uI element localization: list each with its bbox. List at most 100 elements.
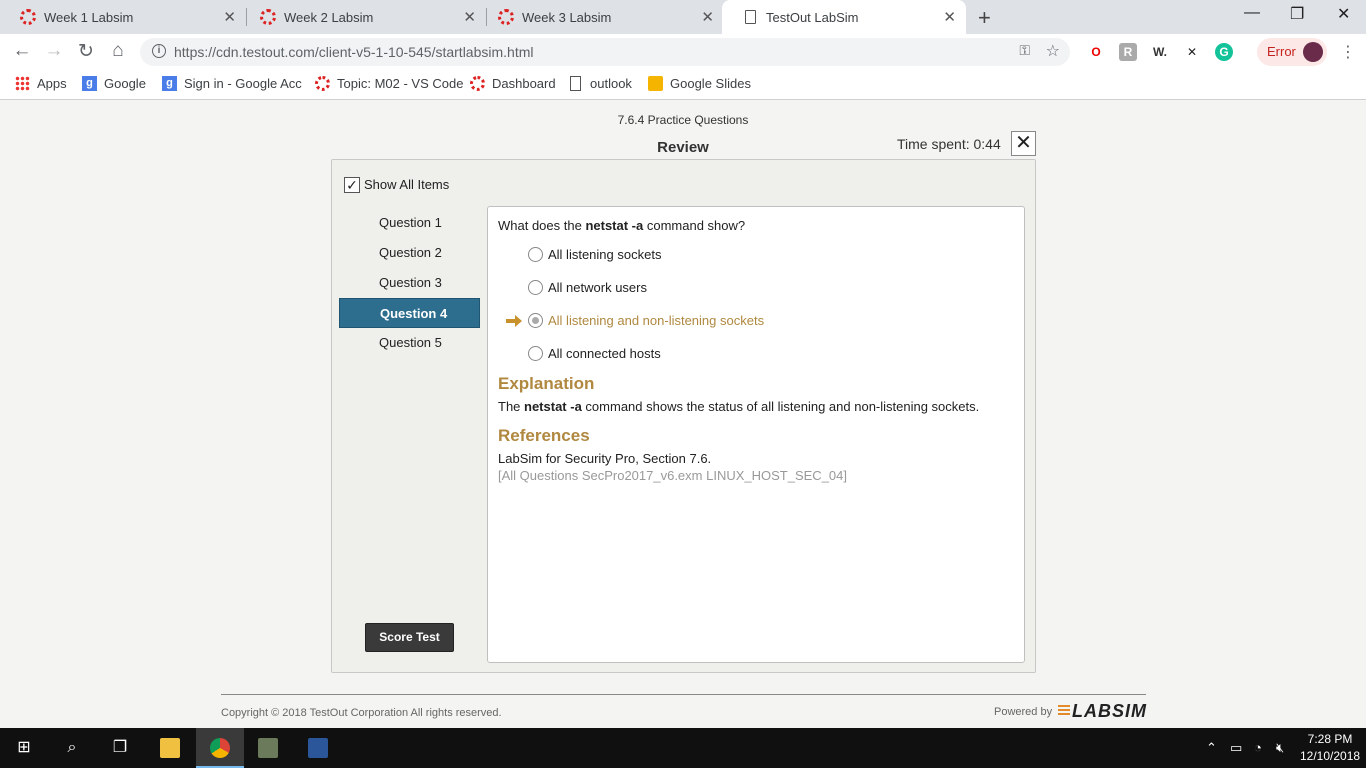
- question-item-4[interactable]: Question 4: [339, 298, 480, 328]
- browser-tabstrip: Week 1 Labsim ✕ Week 2 Labsim ✕ Week 3 L…: [0, 0, 1366, 34]
- reference-source: [All Questions SecPro2017_v6.exm LINUX_H…: [498, 468, 848, 483]
- tab-title: Week 3 Labsim: [522, 9, 612, 25]
- volume-muted-icon[interactable]: 🔇︎: [1276, 740, 1284, 756]
- show-all-items-checkbox[interactable]: ✓ Show All Items: [344, 177, 450, 193]
- back-arrow-icon[interactable]: ←: [10, 40, 34, 62]
- bookmark-outlook[interactable]: outlook: [568, 76, 632, 91]
- tab-title: Week 1 Labsim: [44, 9, 134, 25]
- grammarly-extension-icon[interactable]: G: [1215, 43, 1233, 61]
- radio-button-selected[interactable]: [528, 313, 543, 328]
- profile-error-button[interactable]: Error: [1257, 38, 1327, 66]
- explanation-text-part: command shows the status of all listenin…: [581, 399, 980, 414]
- windows-start-icon[interactable]: ⊞: [0, 728, 48, 768]
- canvas-icon: [315, 76, 330, 91]
- minimize-window-icon[interactable]: —: [1244, 4, 1260, 22]
- question-command: netstat -a: [585, 218, 644, 233]
- question-list: Question 1 Question 2 Question 3 Questio…: [339, 208, 480, 358]
- home-icon[interactable]: ⌂: [106, 40, 130, 62]
- canvas-icon: [470, 76, 485, 91]
- google-icon: g: [162, 76, 177, 91]
- question-item-1[interactable]: Question 1: [339, 208, 480, 238]
- folder-icon: [160, 738, 180, 758]
- labsim-favicon-icon: [20, 9, 36, 25]
- google-icon: g: [82, 76, 97, 91]
- bookmark-sign-in[interactable]: g Sign in - Google Acc: [162, 76, 302, 91]
- chrome-taskbar-icon[interactable]: [196, 728, 244, 768]
- chrome-icon: [210, 738, 230, 758]
- word-taskbar-icon[interactable]: [294, 728, 342, 768]
- close-tab-icon[interactable]: ✕: [223, 8, 236, 26]
- search-icon[interactable]: ⌕: [48, 728, 96, 768]
- labsim-logo: LABSIM: [1058, 701, 1147, 722]
- close-tab-icon[interactable]: ✕: [943, 8, 956, 26]
- explanation-text-part: The: [498, 399, 525, 414]
- checkmark-icon[interactable]: ✓: [344, 177, 360, 193]
- clock-date: 12/10/2018: [1300, 749, 1361, 763]
- new-tab-button[interactable]: +: [978, 5, 991, 31]
- opera-extension-icon[interactable]: O: [1087, 43, 1105, 61]
- app-taskbar-icon[interactable]: [244, 728, 292, 768]
- answer-text: All network users: [548, 280, 647, 295]
- references-heading: References: [498, 426, 590, 445]
- explanation-command: netstat -a: [524, 399, 582, 414]
- document-icon: [570, 76, 581, 91]
- close-tab-icon[interactable]: ✕: [701, 8, 714, 26]
- forward-arrow-icon[interactable]: →: [42, 40, 66, 62]
- address-url[interactable]: https://cdn.testout.com/client-v5-1-10-5…: [174, 44, 533, 60]
- bookmark-google-slides[interactable]: Google Slides: [648, 76, 751, 91]
- app-icon: [258, 738, 278, 758]
- tab-title: TestOut LabSim: [766, 9, 859, 25]
- restore-window-icon[interactable]: ❐: [1290, 4, 1304, 24]
- copyright-text: Copyright © 2018 TestOut Corporation All…: [221, 707, 502, 719]
- chrome-menu-icon[interactable]: ⋮: [1340, 42, 1356, 62]
- question-item-3[interactable]: Question 3: [339, 268, 480, 298]
- wifi-icon[interactable]: ◔: [1254, 740, 1262, 755]
- windows-taskbar: ⊞ ⌕ ❐ ⌃ ▭ ◔ 🔇︎ 7:28 PM 12/10/2018: [0, 728, 1366, 768]
- question-text-part: What does the: [498, 218, 586, 233]
- explanation-heading: Explanation: [498, 374, 595, 393]
- show-all-items-label: Show All Items: [364, 177, 450, 192]
- page-title: Review: [657, 139, 709, 156]
- tray-chevron-icon[interactable]: ⌃: [1206, 740, 1217, 756]
- tab-title: Week 2 Labsim: [284, 9, 374, 25]
- bookmark-google[interactable]: g Google: [82, 76, 146, 91]
- file-explorer-icon[interactable]: [146, 728, 194, 768]
- bookmarks-bar: Apps g Google g Sign in - Google Acc Topic…: [0, 70, 1366, 100]
- browser-tab-testout[interactable]: TestOut LabSim ✕: [722, 0, 966, 34]
- reload-icon[interactable]: ↻: [74, 40, 98, 63]
- apps-grid-icon: [15, 76, 30, 91]
- answer-text: All connected hosts: [548, 346, 661, 361]
- bookmark-label: Dashboard: [492, 76, 556, 91]
- browser-tab-week3[interactable]: Week 3 Labsim ✕: [478, 0, 724, 34]
- radio-button[interactable]: [528, 247, 543, 262]
- profile-error-label: Error: [1267, 44, 1296, 59]
- labsim-logo-icon: [1058, 705, 1070, 717]
- labsim-page: 7.6.4 Practice Questions Review Time spe…: [0, 101, 1366, 728]
- labsim-favicon-icon: [260, 9, 276, 25]
- bookmark-star-icon[interactable]: ☆: [1046, 41, 1060, 61]
- address-bar[interactable]: i https://cdn.testout.com/client-v5-1-10…: [140, 38, 1070, 66]
- question-item-2[interactable]: Question 2: [339, 238, 480, 268]
- key-icon[interactable]: ⚿: [1019, 42, 1030, 59]
- question-text: What does the netstat -a command show?: [498, 218, 745, 233]
- extension-icon[interactable]: R: [1119, 43, 1137, 61]
- radio-button[interactable]: [528, 280, 543, 295]
- score-test-button[interactable]: Score Test: [365, 623, 454, 652]
- close-window-icon[interactable]: ✕: [1337, 4, 1350, 24]
- close-review-button[interactable]: ✕: [1011, 131, 1036, 156]
- bookmark-apps[interactable]: Apps: [15, 76, 67, 91]
- close-tab-icon[interactable]: ✕: [463, 8, 476, 26]
- task-view-icon[interactable]: ❐: [96, 728, 144, 768]
- radio-button[interactable]: [528, 346, 543, 361]
- browser-tab-week1[interactable]: Week 1 Labsim ✕: [0, 0, 247, 34]
- battery-icon[interactable]: ▭: [1230, 740, 1242, 756]
- bookmark-topic[interactable]: Topic: M02 - VS Code: [315, 76, 463, 91]
- question-content: What does the netstat -a command show? A…: [487, 206, 1025, 663]
- site-info-icon[interactable]: i: [152, 44, 166, 58]
- browser-tab-week2[interactable]: Week 2 Labsim ✕: [240, 0, 487, 34]
- question-item-5[interactable]: Question 5: [339, 328, 480, 358]
- wikiwand-extension-icon[interactable]: W.: [1151, 43, 1169, 61]
- bookmark-dashboard[interactable]: Dashboard: [470, 76, 556, 91]
- taskbar-clock[interactable]: 7:28 PM 12/10/2018: [1300, 731, 1360, 765]
- tools-extension-icon[interactable]: ✕: [1183, 43, 1201, 61]
